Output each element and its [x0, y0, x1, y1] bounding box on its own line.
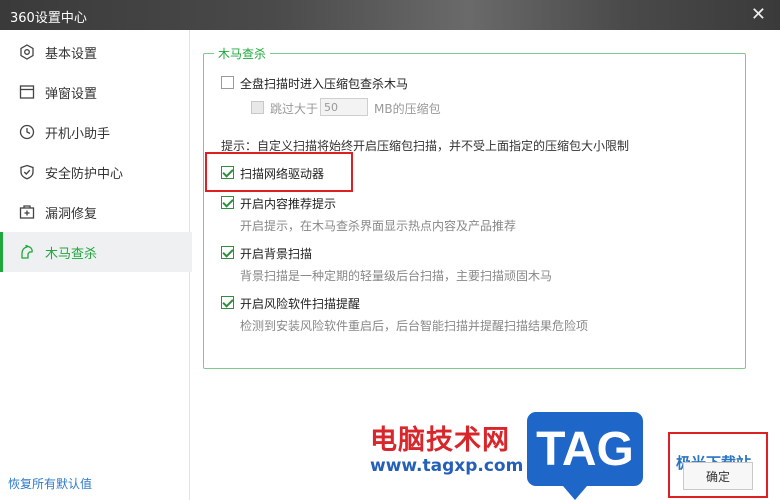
background-scan-desc: 背景扫描是一种定期的轻量级后台扫描，主要扫描顽固木马 [240, 269, 553, 283]
highlight-box [668, 432, 768, 498]
sidebar-item-popup-settings[interactable]: 弹窗设置 [0, 72, 189, 112]
risk-software-desc: 检测到安装风险软件重启后，后台智能扫描并提醒扫描结果危险项 [240, 319, 589, 333]
clock-icon [19, 124, 35, 140]
trojan-icon [19, 244, 35, 260]
background-scan-label: 开启背景扫描 [240, 247, 313, 261]
window-title: 360设置中心 [10, 11, 87, 26]
watermark-badge: TAG [527, 412, 643, 500]
sidebar-item-label: 弹窗设置 [45, 86, 98, 102]
sidebar-item-vulnerability-fix[interactable]: 漏洞修复 [0, 192, 189, 232]
content-tips-desc: 开启提示，在木马查杀界面显示热点内容及产品推荐 [240, 219, 517, 233]
sidebar-item-basic-settings[interactable]: 基本设置 [0, 32, 189, 72]
highlight-box [205, 152, 353, 192]
watermark-text: 电脑技术网 [370, 425, 510, 456]
sidebar-item-label: 漏洞修复 [45, 206, 98, 222]
sidebar-item-security-center[interactable]: 安全防护中心 [0, 152, 189, 192]
patch-icon [19, 204, 35, 220]
watermark-url: www.tagxp.com [370, 456, 524, 476]
skip-large-prefix: 跳过大于 [270, 102, 319, 116]
risk-software-checkbox[interactable] [221, 296, 234, 309]
title-bar: 360设置中心 ✕ [0, 0, 780, 30]
sidebar-item-startup-assistant[interactable]: 开机小助手 [0, 112, 189, 152]
background-scan-checkbox[interactable] [221, 246, 234, 259]
sidebar-item-label: 基本设置 [45, 46, 98, 62]
full-scan-archive-checkbox[interactable] [221, 76, 234, 89]
gear-icon [19, 44, 35, 60]
restore-defaults-link[interactable]: 恢复所有默认值 [8, 475, 92, 492]
sidebar: 基本设置 弹窗设置 开机小助手 安全防护中心 漏洞修复 木马查杀 恢复所有默认值 [0, 30, 192, 500]
sidebar-item-trojan-scan[interactable]: 木马查杀 [0, 232, 192, 272]
content-tips-label: 开启内容推荐提示 [240, 197, 337, 211]
window-icon [19, 84, 35, 100]
skip-large-archive-checkbox[interactable] [251, 101, 264, 114]
archive-size-input[interactable]: 50 [320, 98, 368, 116]
full-scan-archive-label: 全盘扫描时进入压缩包查杀木马 [240, 77, 409, 91]
risk-software-label: 开启风险软件扫描提醒 [240, 297, 361, 311]
content-tips-checkbox[interactable] [221, 196, 234, 209]
sidebar-item-label: 安全防护中心 [45, 166, 124, 182]
sidebar-item-label: 木马查杀 [45, 246, 98, 262]
sidebar-item-label: 开机小助手 [45, 126, 111, 142]
shield-icon [19, 164, 35, 180]
skip-large-suffix: MB的压缩包 [374, 102, 441, 116]
close-icon[interactable]: ✕ [751, 4, 766, 25]
group-title: 木马查杀 [214, 45, 271, 62]
